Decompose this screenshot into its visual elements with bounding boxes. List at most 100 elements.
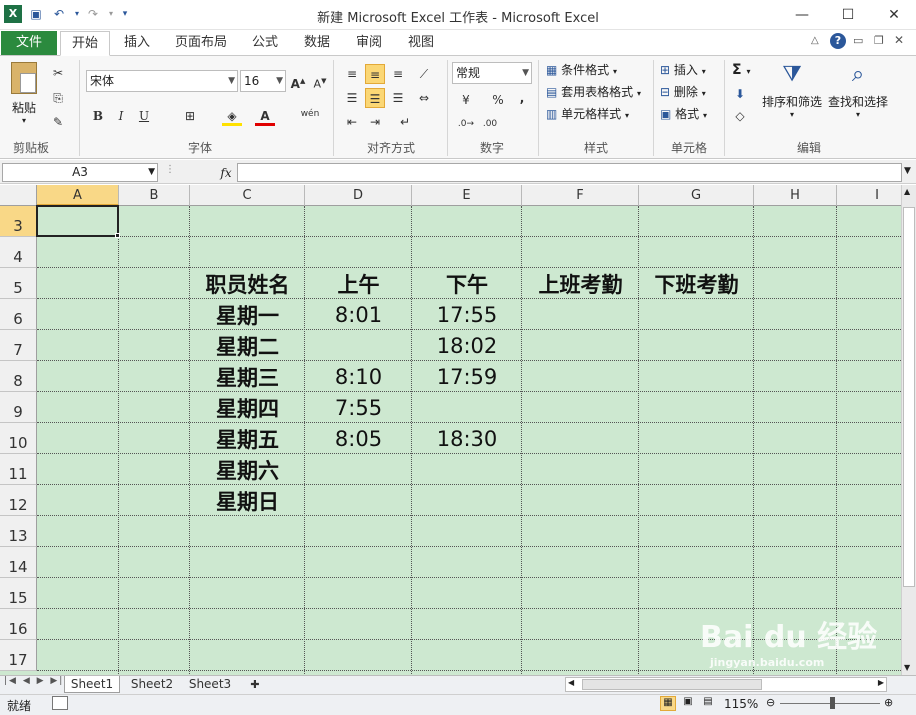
row-header-11[interactable]: 11 — [0, 454, 37, 485]
column-header-a[interactable]: A — [37, 185, 119, 206]
tab-file[interactable]: 文件 — [1, 31, 57, 55]
format-painter-icon[interactable]: ✎ — [48, 112, 68, 132]
row-header-16[interactable]: 16 — [0, 609, 37, 640]
increase-decimal-icon[interactable]: .0→ — [456, 114, 476, 134]
vertical-scrollbar[interactable]: ▲ ▼ — [901, 185, 916, 675]
cell-c12[interactable]: 星期日 — [190, 487, 305, 516]
tab-review[interactable]: 审阅 — [346, 31, 392, 56]
vertical-scroll-thumb[interactable] — [903, 207, 915, 587]
column-header-d[interactable]: D — [305, 185, 412, 206]
font-color-icon[interactable]: A — [255, 106, 275, 126]
cell-c10[interactable]: 星期五 — [190, 425, 305, 454]
sort-filter-button[interactable]: ⧩ 排序和筛选 ▾ — [760, 62, 824, 119]
row-header-17[interactable]: 17 — [0, 640, 37, 671]
cell-e8[interactable]: 17:59 — [412, 363, 522, 392]
row-header-7[interactable]: 7 — [0, 330, 37, 361]
borders-icon[interactable]: ⊞ — [180, 106, 200, 126]
underline-button[interactable]: U — [134, 106, 154, 126]
row-header-15[interactable]: 15 — [0, 578, 37, 609]
increase-indent-icon[interactable]: ⇥ — [365, 112, 385, 132]
cell-e7[interactable]: 18:02 — [412, 332, 522, 361]
bold-button[interactable]: B — [88, 106, 108, 126]
align-left-icon[interactable]: ☰ — [342, 88, 362, 108]
formula-input[interactable] — [237, 163, 902, 182]
cell-c9[interactable]: 星期四 — [190, 394, 305, 423]
autosum-button[interactable]: Σ ▾ — [732, 62, 750, 78]
row-header-12[interactable]: 12 — [0, 485, 37, 516]
column-header-g[interactable]: G — [639, 185, 754, 206]
cell-c5[interactable]: 职员姓名 — [190, 270, 305, 299]
insert-cells-button[interactable]: ⊞ 插入 ▾ — [660, 62, 706, 78]
phonetic-icon[interactable]: wén — [296, 104, 324, 124]
zoom-out-icon[interactable]: ⊖ — [766, 696, 775, 709]
copy-icon[interactable]: ⎘ — [48, 88, 68, 108]
insert-sheet-icon[interactable]: ✚ — [244, 676, 266, 693]
cell-c7[interactable]: 星期二 — [190, 332, 305, 361]
sheet-tab-1[interactable]: Sheet1 — [64, 676, 120, 693]
zoom-slider-thumb[interactable] — [830, 697, 835, 709]
tab-view[interactable]: 视图 — [398, 31, 444, 56]
align-bottom-icon[interactable]: ≡ — [388, 64, 408, 84]
decrease-decimal-icon[interactable]: .00 — [480, 114, 500, 134]
merge-center-icon[interactable]: ⇔ — [414, 88, 434, 108]
cell-c11[interactable]: 星期六 — [190, 456, 305, 485]
maximize-button[interactable]: ☐ — [828, 2, 868, 28]
zoom-level[interactable]: 115% — [724, 697, 758, 711]
column-header-e[interactable]: E — [412, 185, 522, 206]
fill-handle[interactable] — [115, 233, 120, 238]
cell-e6[interactable]: 17:55 — [412, 301, 522, 330]
wrap-text-icon[interactable]: ↵ — [395, 112, 415, 132]
currency-icon[interactable]: ¥ — [456, 90, 476, 110]
column-header-b[interactable]: B — [119, 185, 190, 206]
select-all-corner[interactable] — [0, 185, 37, 206]
help-icon[interactable]: ? — [830, 33, 846, 49]
conditional-format-button[interactable]: ▦ 条件格式 ▾ — [546, 62, 617, 78]
cell-g5[interactable]: 下班考勤 — [639, 270, 754, 299]
row-header-8[interactable]: 8 — [0, 361, 37, 392]
row-header-3[interactable]: 3 — [0, 206, 37, 237]
normal-view-icon[interactable]: ▦ — [660, 696, 676, 711]
row-header-13[interactable]: 13 — [0, 516, 37, 547]
number-format-select[interactable]: 常规 ▼ — [452, 62, 532, 84]
comma-button[interactable]: , — [512, 88, 532, 108]
zoom-in-icon[interactable]: ⊕ — [884, 696, 893, 709]
column-header-c[interactable]: C — [190, 185, 305, 206]
insert-function-icon[interactable]: fx — [216, 164, 236, 182]
page-layout-view-icon[interactable]: ▣ — [680, 696, 696, 711]
column-header-h[interactable]: H — [754, 185, 837, 206]
row-header-10[interactable]: 10 — [0, 423, 37, 454]
align-center-icon[interactable]: ☰ — [365, 88, 385, 108]
expand-formula-icon[interactable]: ▼ — [904, 166, 911, 176]
workbook-close-icon[interactable]: ✕ — [894, 33, 904, 47]
font-size-select[interactable]: 16 ▼ — [240, 70, 286, 92]
clear-icon[interactable]: ◇ — [730, 106, 750, 126]
align-top-icon[interactable]: ≡ — [342, 64, 362, 84]
sheet-tab-2[interactable]: Sheet2 — [124, 676, 180, 693]
decrease-indent-icon[interactable]: ⇤ — [342, 112, 362, 132]
worksheet-grid[interactable]: A B C D E F G H I 3 4 5 6 7 8 9 10 11 12 13 14 15 16 17 职员姓名 上午 下午… — [0, 185, 901, 675]
workbook-restore-icon[interactable]: ❐ — [874, 34, 884, 47]
tab-data[interactable]: 数据 — [294, 31, 340, 56]
column-header-f[interactable]: F — [522, 185, 639, 206]
workbook-minimize-icon[interactable]: ▭ — [853, 34, 863, 47]
row-header-14[interactable]: 14 — [0, 547, 37, 578]
row-header-6[interactable]: 6 — [0, 299, 37, 330]
sheet-nav-icons[interactable]: |◀ ◀ ▶ ▶| — [4, 676, 64, 686]
align-right-icon[interactable]: ☰ — [388, 88, 408, 108]
delete-cells-button[interactable]: ⊟ 删除 ▾ — [660, 84, 706, 100]
format-as-table-button[interactable]: ▤ 套用表格格式 ▾ — [546, 84, 641, 100]
orientation-icon[interactable]: ⟋ — [414, 64, 434, 84]
tab-insert[interactable]: 插入 — [114, 31, 160, 56]
cell-d8[interactable]: 8:10 — [305, 363, 412, 392]
font-name-select[interactable]: 宋体 ▼ — [86, 70, 238, 92]
cell-d5[interactable]: 上午 — [305, 270, 412, 299]
row-header-5[interactable]: 5 — [0, 268, 37, 299]
tab-page-layout[interactable]: 页面布局 — [168, 31, 234, 56]
row-header-9[interactable]: 9 — [0, 392, 37, 423]
cell-styles-button[interactable]: ▥ 单元格样式 ▾ — [546, 106, 629, 122]
sheet-tab-3[interactable]: Sheet3 — [182, 676, 238, 693]
find-select-button[interactable]: ⌕ 查找和选择 ▾ — [826, 62, 890, 119]
close-button[interactable]: ✕ — [874, 2, 914, 28]
scroll-up-icon[interactable]: ▲ — [904, 187, 910, 196]
macro-record-icon[interactable] — [52, 696, 68, 710]
